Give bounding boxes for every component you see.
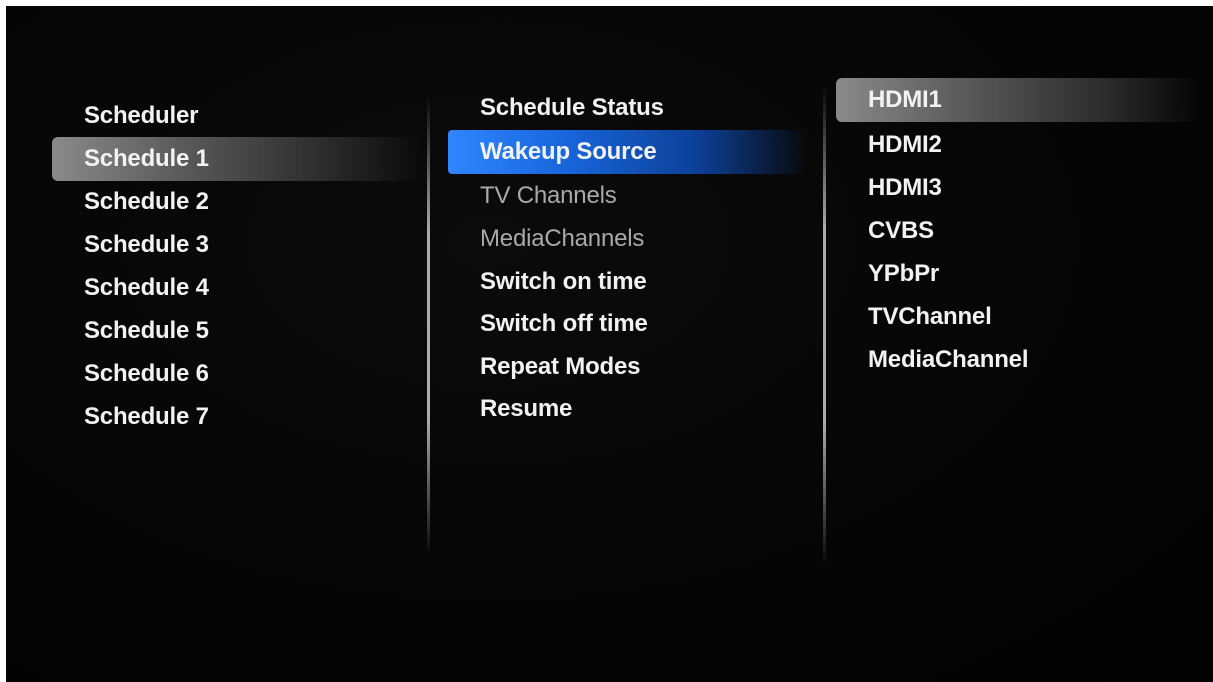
schedule-item-2[interactable]: Schedule 2 xyxy=(52,180,209,224)
repeat-modes-item[interactable]: Repeat Modes xyxy=(448,345,641,389)
tv-channels-item[interactable]: TV Channels xyxy=(448,174,617,218)
schedule-item-5[interactable]: Schedule 5 xyxy=(52,309,209,353)
schedule-item-4[interactable]: Schedule 4 xyxy=(52,266,209,310)
source-option-mediachannel[interactable]: MediaChannel xyxy=(836,338,1028,382)
column-divider-left xyxy=(427,96,430,556)
scheduler-column: Scheduler Schedule 1 Schedule 2 Schedule… xyxy=(52,94,422,454)
switch-on-time-item[interactable]: Switch on time xyxy=(448,260,647,304)
switch-off-time-item[interactable]: Switch off time xyxy=(448,302,648,346)
media-channels-item[interactable]: MediaChannels xyxy=(448,217,644,261)
schedule-settings-column: Schedule Status Wakeup Source TV Channel… xyxy=(448,86,828,446)
schedule-item-6[interactable]: Schedule 6 xyxy=(52,352,209,396)
source-option-ypbpr[interactable]: YPbPr xyxy=(836,252,939,296)
source-option-cvbs[interactable]: CVBS xyxy=(836,209,934,253)
scheduler-header: Scheduler xyxy=(84,102,199,129)
resume-item[interactable]: Resume xyxy=(448,387,572,431)
wakeup-source-options-column: HDMI1 HDMI2 HDMI3 CVBS YPbPr TVChannel M… xyxy=(836,78,1206,398)
schedule-status-header: Schedule Status xyxy=(480,94,664,121)
schedule-item-7[interactable]: Schedule 7 xyxy=(52,395,209,439)
source-option-hdmi2[interactable]: HDMI2 xyxy=(836,123,942,167)
source-option-tvchannel[interactable]: TVChannel xyxy=(836,295,992,339)
column-divider-right xyxy=(823,86,826,566)
source-option-hdmi1[interactable]: HDMI1 xyxy=(836,78,1201,122)
schedule-item-3[interactable]: Schedule 3 xyxy=(52,223,209,267)
tv-menu-screen: Scheduler Schedule 1 Schedule 2 Schedule… xyxy=(6,6,1213,682)
wakeup-source-item[interactable]: Wakeup Source xyxy=(448,130,808,174)
source-option-hdmi3[interactable]: HDMI3 xyxy=(836,166,942,210)
schedule-item-1[interactable]: Schedule 1 xyxy=(52,137,422,181)
